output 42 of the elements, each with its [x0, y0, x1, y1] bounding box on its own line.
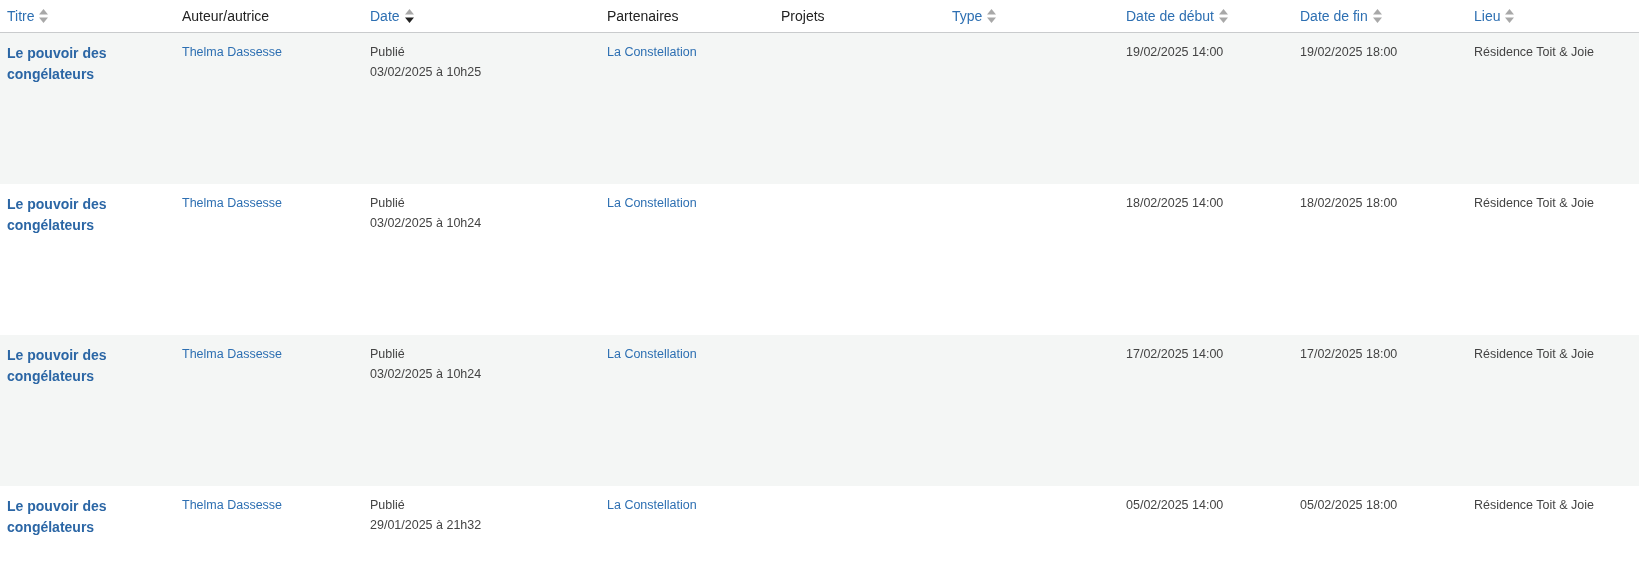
published-date: 03/02/2025 à 10h24	[370, 367, 482, 381]
partner-link[interactable]: La Constellation	[607, 498, 697, 512]
published-date: 29/01/2025 à 21h32	[370, 518, 482, 532]
place-text: Résidence Toit & Joie	[1474, 498, 1594, 512]
end-date: 18/02/2025 18:00	[1300, 196, 1398, 210]
author-link[interactable]: Thelma Dassesse	[182, 347, 283, 361]
column-header[interactable]: Titre	[7, 8, 35, 24]
end-date: 05/02/2025 18:00	[1300, 498, 1398, 512]
column-header[interactable]: Type	[952, 8, 983, 24]
column-header[interactable]: Date de début	[1126, 8, 1214, 24]
published-date: 03/02/2025 à 10h24	[370, 216, 482, 230]
partner-link[interactable]: La Constellation	[607, 45, 697, 59]
column-header[interactable]: Date de fin	[1300, 8, 1368, 24]
status-text: Publié	[370, 347, 405, 361]
author-link[interactable]: Thelma Dassesse	[182, 498, 283, 512]
author-link[interactable]: Thelma Dassesse	[182, 196, 283, 210]
event-title-link[interactable]: Le pouvoir des congélateurs	[7, 194, 137, 236]
event-title-link[interactable]: Le pouvoir des congélateurs	[7, 345, 137, 387]
start-date: 17/02/2025 14:00	[1126, 347, 1224, 361]
column-header: Partenaires	[607, 8, 679, 24]
status-text: Publié	[370, 498, 405, 512]
sort-icon[interactable]	[404, 9, 414, 23]
start-date: 05/02/2025 14:00	[1126, 498, 1224, 512]
place-text: Résidence Toit & Joie	[1474, 196, 1594, 210]
event-title-link[interactable]: Le pouvoir des congélateurs	[7, 43, 137, 85]
place-text: Résidence Toit & Joie	[1474, 347, 1594, 361]
start-date: 19/02/2025 14:00	[1126, 45, 1224, 59]
column-header: Auteur/autrice	[182, 8, 270, 24]
partner-link[interactable]: La Constellation	[607, 196, 697, 210]
status-text: Publié	[370, 196, 405, 210]
start-date: 18/02/2025 14:00	[1126, 196, 1224, 210]
end-date: 19/02/2025 18:00	[1300, 45, 1398, 59]
column-header: Projets	[781, 8, 825, 24]
end-date: 17/02/2025 18:00	[1300, 347, 1398, 361]
published-date: 03/02/2025 à 10h25	[370, 65, 482, 79]
partner-link[interactable]: La Constellation	[607, 347, 697, 361]
author-link[interactable]: Thelma Dassesse	[182, 45, 283, 59]
event-title-link[interactable]: Le pouvoir des congélateurs	[7, 496, 137, 538]
place-text: Résidence Toit & Joie	[1474, 45, 1594, 59]
column-header[interactable]: Lieu	[1474, 8, 1501, 24]
column-header[interactable]: Date	[370, 8, 400, 24]
status-text: Publié	[370, 45, 405, 59]
